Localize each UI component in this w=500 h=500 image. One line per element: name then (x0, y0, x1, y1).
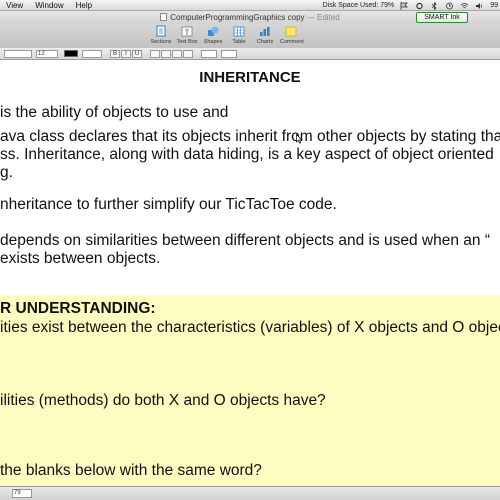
smart-ink-button[interactable]: SMART Ink (416, 12, 468, 23)
align-center-button[interactable] (161, 49, 171, 58)
sections-button[interactable]: Sections (150, 25, 172, 45)
document-canvas[interactable]: INHERITANCE is the ability of objects to… (0, 61, 500, 486)
charts-label: Charts (256, 39, 274, 45)
paragraph-line-5: nheritance to further simplify our TicTa… (0, 196, 337, 213)
svg-text:T: T (185, 29, 190, 37)
question-3: the blanks below with the same word? (0, 462, 262, 479)
font-size-select[interactable]: 12 (36, 49, 58, 58)
volume-icon[interactable] (475, 2, 484, 10)
text-box-label: Text Box (176, 39, 198, 45)
comment-button[interactable]: Comment (280, 25, 304, 45)
battery-percent[interactable]: 99 (490, 2, 498, 9)
text-color-swatch[interactable] (64, 50, 78, 57)
charts-icon (260, 27, 270, 36)
text-box-icon: T (181, 26, 193, 37)
window-title: ComputerProgrammingGraphics copy (170, 13, 305, 22)
bold-button[interactable]: B (110, 49, 120, 58)
sections-icon (156, 25, 166, 37)
question-2: ilities (methods) do both X and O object… (0, 392, 326, 409)
align-right-button[interactable] (172, 49, 182, 58)
line-spacing-select[interactable] (201, 49, 217, 58)
paragraph-line-3: ss. Inheritance, along with data hiding,… (0, 146, 494, 163)
status-bar: 79 (0, 486, 500, 500)
font-family-select[interactable] (4, 49, 32, 58)
table-button[interactable]: Table (228, 25, 250, 45)
disk-space-indicator[interactable]: Disk Space Used: 79% (323, 2, 395, 9)
table-label: Table (232, 39, 246, 45)
menu-bar: View Window Help Disk Space Used: 79% 99 (0, 0, 500, 11)
document-icon (160, 13, 168, 21)
italic-button[interactable]: I (121, 49, 131, 58)
shapes-button[interactable]: Shapes (202, 25, 224, 45)
sections-label: Sections (150, 39, 172, 45)
time-machine-icon[interactable] (445, 2, 454, 10)
justify-button[interactable] (183, 49, 193, 58)
paragraph-line-7: exists between objects. (0, 250, 161, 267)
page-number-field[interactable]: 79 (12, 489, 32, 498)
shapes-label: Shapes (203, 39, 223, 45)
toolbar: Sections T Text Box Shapes Table Charts … (0, 24, 500, 48)
paragraph-style-select[interactable] (82, 49, 102, 58)
table-icon (233, 26, 245, 37)
mouse-pointer-icon (296, 134, 303, 144)
menu-help[interactable]: Help (76, 0, 92, 11)
paragraph-line-2: ava class declares that its objects inhe… (0, 128, 500, 145)
document-title: INHERITANCE (199, 69, 301, 86)
wifi-icon[interactable] (460, 2, 469, 10)
flag-icon[interactable] (400, 1, 409, 10)
list-style-select[interactable] (221, 49, 237, 58)
paragraph-line-6: depends on similarities between differen… (0, 232, 490, 249)
comment-label: Comment (280, 39, 304, 45)
comment-icon (285, 26, 297, 37)
menu-window[interactable]: Window (35, 0, 63, 11)
edited-status[interactable]: — Edited (307, 13, 340, 22)
underline-button[interactable]: U (132, 49, 142, 58)
gear-icon[interactable] (415, 2, 424, 10)
section-heading: R UNDERSTANDING: (0, 300, 156, 317)
question-1: ities exist between the characteristics … (0, 319, 500, 336)
paragraph-line-4: g. (0, 164, 13, 181)
align-left-button[interactable] (150, 49, 160, 58)
paragraph-line-1: is the ability of objects to use and (0, 104, 229, 121)
charts-button[interactable]: Charts (254, 25, 276, 45)
menu-view[interactable]: View (6, 0, 23, 11)
text-box-button[interactable]: T Text Box (176, 25, 198, 45)
shapes-icon (208, 26, 219, 36)
bluetooth-icon[interactable] (430, 1, 439, 10)
format-bar: 12 B I U (0, 48, 500, 60)
